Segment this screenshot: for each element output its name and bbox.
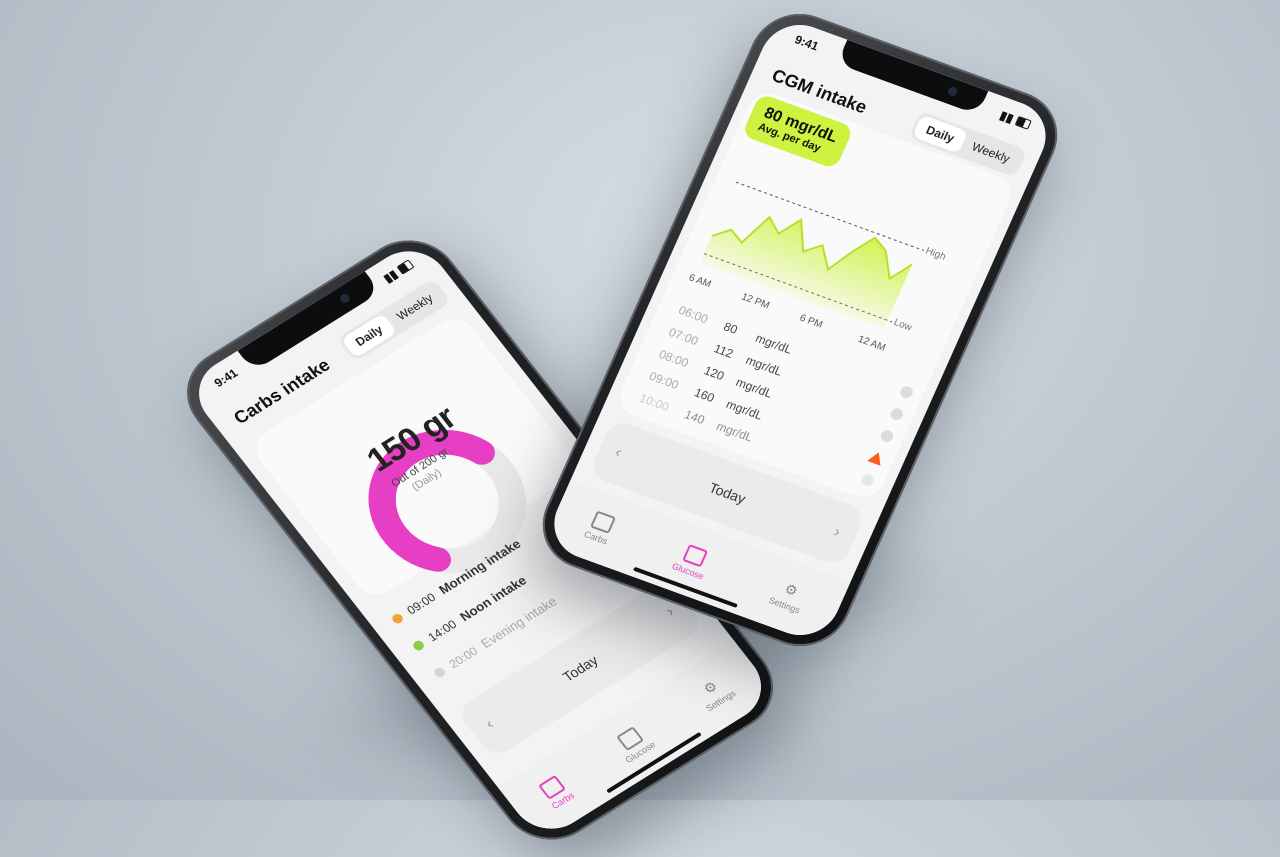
chevron-left-icon[interactable]: ‹ [612, 444, 624, 462]
clock-icon [432, 665, 447, 679]
date-label: Today [559, 652, 602, 685]
gauge-card: 150 gr Out of 200 gr (Daily) [247, 311, 583, 603]
chevron-left-icon[interactable]: ‹ [482, 716, 498, 733]
battery-icon [396, 259, 415, 275]
cgm-screen: 9:41 ▮▮ CGM intake Daily Weekly 80 mgr/d… [542, 14, 1058, 646]
tab-settings[interactable]: ⚙ Settings [692, 672, 738, 714]
tab-carbs[interactable]: Carbs [536, 773, 576, 811]
cgm-phone: 9:41 ▮▮ CGM intake Daily Weekly 80 mgr/d… [527, 0, 1073, 660]
done-icon [389, 611, 405, 625]
carbs-icon [589, 510, 617, 534]
gear-icon: ⚙ [700, 677, 721, 697]
signal-icon: ▮▮ [997, 108, 1016, 126]
intake-time: 20:00 [446, 643, 481, 671]
chevron-right-icon[interactable]: › [663, 603, 679, 620]
tab-carbs[interactable]: Carbs [583, 509, 618, 546]
done-icon [410, 638, 426, 652]
tab-glucose[interactable]: Glucose [610, 722, 657, 765]
glucose-icon [682, 543, 709, 567]
date-label: Today [706, 479, 749, 507]
tab-glucose[interactable]: Glucose [671, 541, 715, 581]
battery-icon [1014, 115, 1032, 130]
signal-icon: ▮▮ [380, 267, 401, 286]
status-time: 9:41 [792, 32, 821, 54]
chevron-right-icon[interactable]: › [831, 524, 843, 542]
gear-icon: ⚙ [782, 580, 801, 600]
status-time: 9:41 [211, 366, 241, 390]
tab-settings[interactable]: ⚙ Settings [767, 577, 810, 616]
intake-time: 09:00 [403, 589, 439, 617]
tab-label: Settings [767, 595, 802, 616]
intake-time: 14:00 [424, 616, 460, 644]
